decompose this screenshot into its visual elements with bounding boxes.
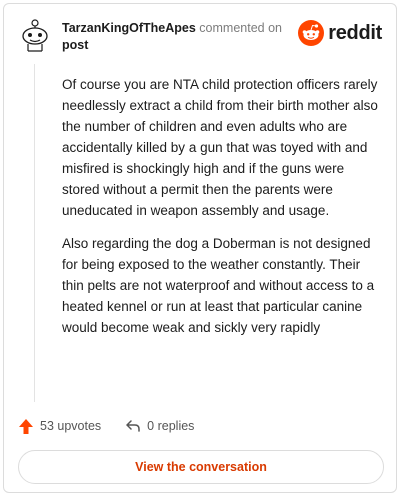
reply-icon: [126, 420, 140, 432]
view-conversation-button[interactable]: View the conversation: [18, 450, 384, 484]
embedded-comment-card: TarzanKingOfTheApes commented on post re…: [3, 3, 397, 493]
author-name[interactable]: TarzanKingOfTheApes: [62, 21, 196, 35]
upvote-arrow-icon: [19, 418, 33, 434]
reddit-logo[interactable]: reddit: [298, 20, 382, 46]
reply-count: 0 replies: [147, 419, 195, 433]
comment-body: Of course you are NTA child protection o…: [62, 74, 380, 350]
action-text: commented on: [199, 21, 282, 35]
comment-paragraph: Also regarding the dog a Doberman is not…: [62, 236, 375, 335]
thread-line: [34, 64, 35, 402]
comment-footer: 53 upvotes 0 replies: [18, 414, 218, 438]
upvote-stat[interactable]: 53 upvotes: [18, 418, 101, 435]
comment-header: TarzanKingOfTheApes commented on post re…: [18, 16, 382, 56]
post-link[interactable]: post: [62, 38, 88, 52]
reply-stat[interactable]: 0 replies: [125, 419, 194, 433]
user-avatar-icon[interactable]: [18, 16, 52, 52]
comment-paragraph: Of course you are NTA child protection o…: [62, 77, 378, 218]
reddit-wordmark: reddit: [328, 21, 382, 44]
reddit-snoo-icon: [298, 20, 325, 46]
upvote-count: 53 upvotes: [40, 419, 102, 433]
comment-meta: TarzanKingOfTheApes commented on post: [62, 20, 302, 54]
